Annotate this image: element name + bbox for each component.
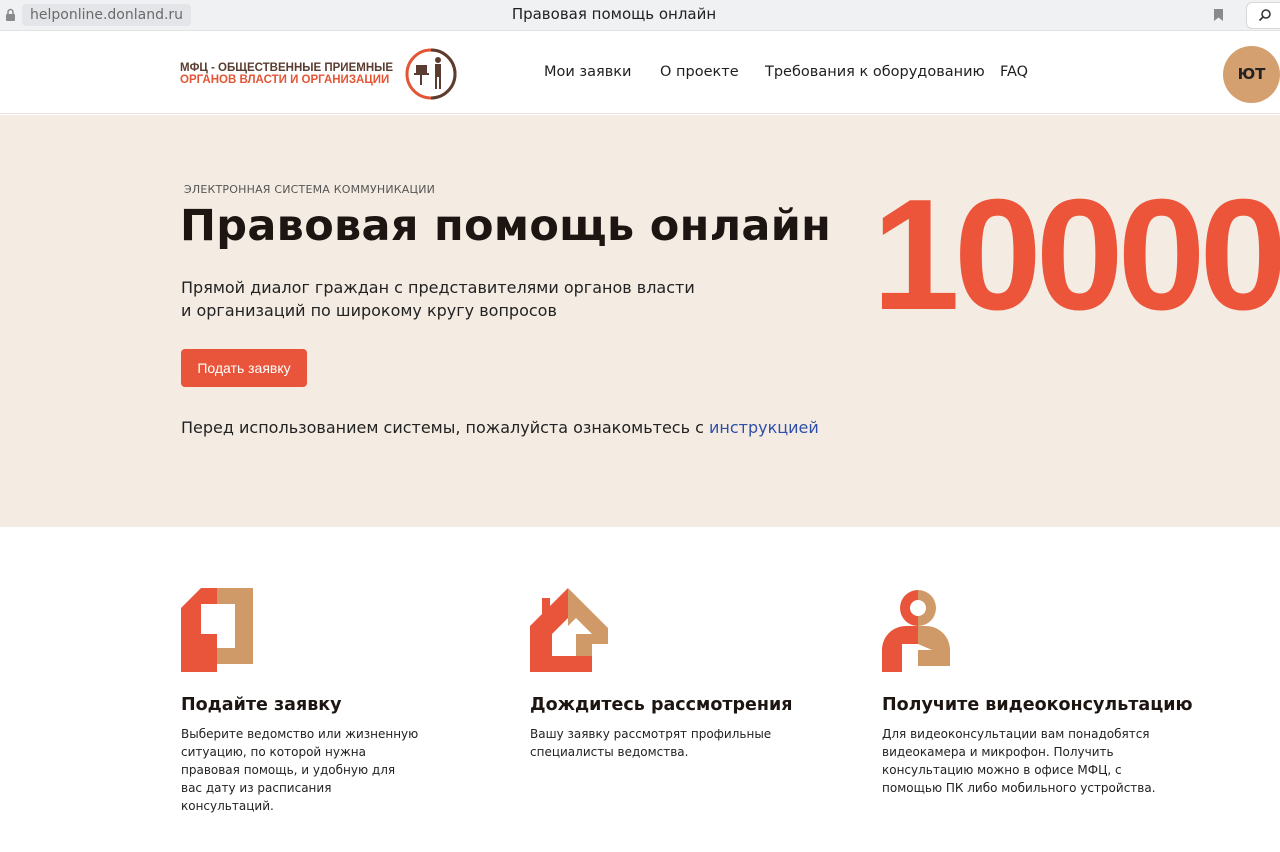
nav-faq[interactable]: FAQ bbox=[1000, 64, 1028, 80]
nav-equipment-requirements[interactable]: Требования к оборудованию bbox=[765, 64, 985, 80]
instruction-note: Перед использованием системы, пожалуйста… bbox=[181, 418, 819, 437]
search-icon[interactable] bbox=[1258, 8, 1272, 22]
nav-about[interactable]: О проекте bbox=[660, 64, 739, 80]
bookmark-icon[interactable] bbox=[1213, 8, 1224, 22]
instruction-link[interactable]: инструкцией bbox=[709, 418, 819, 437]
site-logo[interactable]: МФЦ - ОБЩЕСТВЕННЫЕ ПРИЕМНЫЕ ОРГАНОВ ВЛАС… bbox=[180, 46, 460, 102]
step-desc-line: консультаций. bbox=[181, 799, 274, 813]
application-icon bbox=[181, 588, 253, 672]
step-desc-line: Выберите ведомство или жизненную bbox=[181, 727, 419, 741]
page-tab-title: Правовая помощь онлайн bbox=[511, 5, 717, 23]
step-title: Подайте заявку bbox=[181, 695, 342, 715]
step-desc-line: помощью ПК либо мобильного устройства. bbox=[882, 781, 1156, 795]
step-description: Вашу заявку рассмотрят профильные специа… bbox=[530, 725, 771, 761]
step-title: Получите видеоконсультацию bbox=[882, 695, 1193, 715]
step-description: Выберите ведомство или жизненную ситуаци… bbox=[181, 725, 418, 815]
step-desc-line: правовая помощь, и удобную для bbox=[181, 763, 396, 777]
logo-emblem-icon bbox=[405, 48, 457, 100]
house-icon bbox=[530, 588, 608, 672]
step-desc-line: Для видеоконсультации вам понадобятся bbox=[882, 727, 1150, 741]
hero-kicker: ЭЛЕКТРОННАЯ СИСТЕМА КОММУНИКАЦИИ bbox=[184, 183, 436, 196]
logo-text-line2: ОРГАНОВ ВЛАСТИ И ОРГАНИЗАЦИИ bbox=[180, 74, 390, 86]
step-title: Дождитесь рассмотрения bbox=[530, 695, 793, 715]
page-title: Правовая помощь онлайн bbox=[180, 201, 832, 251]
step-desc-line: специалисты ведомства. bbox=[530, 745, 689, 759]
step-desc-line: ситуацию, по которой нужна bbox=[181, 745, 366, 759]
logo-text-line1: МФЦ - ОБЩЕСТВЕННЫЕ ПРИЕМНЫЕ bbox=[180, 62, 394, 74]
user-avatar[interactable]: ЮТ bbox=[1223, 46, 1280, 103]
step-desc-line: Вашу заявку рассмотрят профильные bbox=[530, 727, 772, 741]
person-icon bbox=[882, 590, 950, 672]
big-counter: 10000 bbox=[872, 167, 1280, 343]
step-description: Для видеоконсультации вам понадобятся ви… bbox=[882, 725, 1156, 797]
hero-subtitle: Прямой диалог граждан с представителями … bbox=[181, 278, 695, 320]
instruction-note-text: Перед использованием системы, пожалуйста… bbox=[181, 418, 709, 437]
step-desc-line: вас дату из расписания bbox=[181, 781, 332, 795]
hero-section: ЭЛЕКТРОННАЯ СИСТЕМА КОММУНИКАЦИИ Правова… bbox=[0, 115, 1280, 527]
site-header: МФЦ - ОБЩЕСТВЕННЫЕ ПРИЕМНЫЕ ОРГАНОВ ВЛАС… bbox=[0, 32, 1280, 114]
step-desc-line: видеокамера и микрофон. Получить bbox=[882, 745, 1114, 759]
browser-toolbar: helponline.donland.ru Правовая помощь он… bbox=[0, 0, 1280, 31]
submit-request-button[interactable]: Подать заявку bbox=[181, 349, 307, 387]
nav-my-requests[interactable]: Мои заявки bbox=[544, 64, 631, 80]
step-desc-line: консультацию можно в офисе МФЦ, с bbox=[882, 763, 1122, 777]
